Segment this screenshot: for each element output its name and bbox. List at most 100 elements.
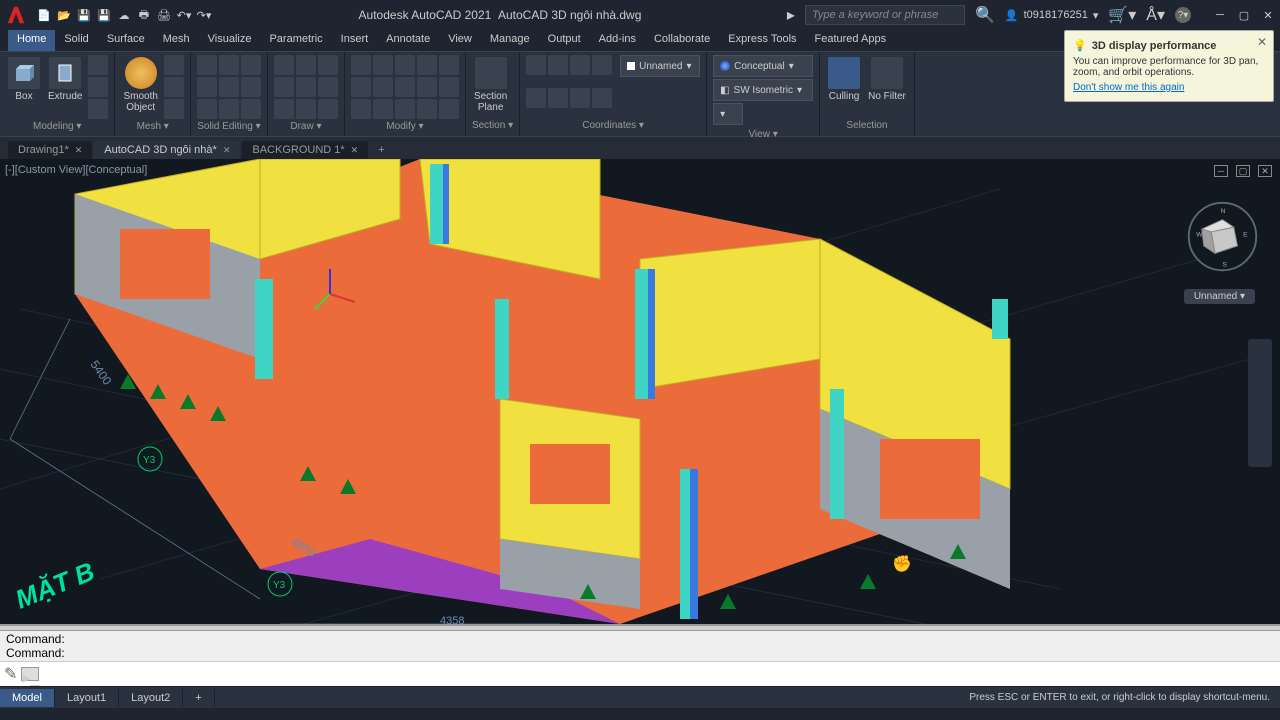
draw-btn[interactable]	[274, 55, 294, 75]
notification-close-button[interactable]: ✕	[1257, 35, 1267, 49]
tab-insert[interactable]: Insert	[332, 30, 378, 51]
tab-output[interactable]: Output	[539, 30, 590, 51]
mod-btn[interactable]	[351, 55, 371, 75]
se-btn[interactable]	[219, 55, 239, 75]
se-btn[interactable]	[197, 99, 217, 119]
mod-btn[interactable]	[373, 99, 393, 119]
steering-wheel-icon[interactable]	[1251, 344, 1269, 366]
open-icon[interactable]: 📂	[55, 6, 73, 24]
close-button[interactable]: ✕	[1261, 8, 1275, 22]
app-logo-icon[interactable]	[5, 4, 27, 26]
cloud-icon[interactable]: ☁	[115, 6, 133, 24]
polysolid-button[interactable]	[88, 55, 108, 75]
viewport-label[interactable]: [-][Custom View][Conceptual]	[5, 164, 147, 176]
tab-close-icon[interactable]: ✕	[223, 145, 231, 156]
tab-surface[interactable]: Surface	[98, 30, 154, 51]
culling-button[interactable]: Culling	[826, 55, 862, 118]
layout-tab-layout2[interactable]: Layout2	[119, 689, 183, 707]
pan-icon[interactable]	[1251, 368, 1269, 390]
tab-collaborate[interactable]: Collaborate	[645, 30, 719, 51]
viewcube[interactable]: EWNS	[1185, 199, 1260, 274]
vp-minimize-button[interactable]: ─	[1214, 165, 1228, 177]
save-icon[interactable]: 💾	[75, 6, 93, 24]
section-plane-button[interactable]: Section Plane	[472, 55, 509, 118]
mesh-btn2[interactable]	[164, 77, 184, 97]
panel-label[interactable]: Modify ▾	[351, 119, 459, 134]
user-menu[interactable]: 👤 t0918176251 ▾	[1005, 9, 1098, 22]
tab-featured[interactable]: Featured Apps	[806, 30, 896, 51]
help-icon[interactable]: ?▾	[1175, 7, 1191, 23]
tab-annotate[interactable]: Annotate	[377, 30, 439, 51]
app-switcher-icon[interactable]: Å▾	[1146, 5, 1165, 25]
tab-visualize[interactable]: Visualize	[199, 30, 261, 51]
vsettings-dropdown[interactable]: ▾	[713, 103, 743, 125]
mod-btn[interactable]	[417, 77, 437, 97]
tab-view[interactable]: View	[439, 30, 481, 51]
mod-btn[interactable]	[395, 55, 415, 75]
mod-btn[interactable]	[373, 55, 393, 75]
panel-label[interactable]: Draw ▾	[274, 119, 338, 134]
restore-button[interactable]: ▢	[1237, 8, 1251, 22]
se-btn[interactable]	[219, 77, 239, 97]
mod-btn[interactable]	[373, 77, 393, 97]
layout-tab-add[interactable]: +	[183, 689, 214, 707]
mesh-btn3[interactable]	[164, 99, 184, 119]
draw-btn[interactable]	[296, 99, 316, 119]
panel-label[interactable]: Mesh ▾	[121, 119, 183, 134]
draw-btn[interactable]	[318, 77, 338, 97]
vp-close-button[interactable]: ✕	[1258, 165, 1272, 177]
se-btn[interactable]	[219, 99, 239, 119]
view-orientation-dropdown[interactable]: ◧SW Isometric▾	[713, 79, 813, 101]
viewcube-ucs-label[interactable]: Unnamed ▾	[1184, 289, 1255, 304]
ucs-unnamed-dropdown[interactable]: Unnamed▾	[620, 55, 700, 77]
coord-btn[interactable]	[592, 55, 612, 75]
doc-tab-drawing1[interactable]: Drawing1*✕	[8, 141, 92, 159]
smooth-object-button[interactable]: Smooth Object	[121, 55, 159, 119]
notification-dismiss-link[interactable]: Don't show me this again	[1073, 82, 1184, 93]
mod-btn[interactable]	[439, 99, 459, 119]
cmd-toggle-icon[interactable]: ✎	[4, 664, 17, 684]
orbit-icon[interactable]	[1251, 416, 1269, 438]
doc-tab-active[interactable]: AutoCAD 3D ngôi nhà*✕	[94, 141, 240, 159]
box-button[interactable]: Box	[6, 55, 42, 119]
panel-label[interactable]: View ▾	[713, 127, 813, 142]
tab-close-icon[interactable]: ✕	[351, 145, 359, 156]
tab-addins[interactable]: Add-ins	[590, 30, 645, 51]
cmd-prompt-icon[interactable]: ▸_	[21, 667, 39, 681]
draw-btn[interactable]	[296, 77, 316, 97]
minimize-button[interactable]: ─	[1213, 8, 1227, 22]
draw-btn[interactable]	[296, 55, 316, 75]
print-icon[interactable]: 🖨	[155, 6, 173, 24]
coord-btn[interactable]	[526, 55, 546, 75]
coord-btn[interactable]	[570, 55, 590, 75]
tab-mesh[interactable]: Mesh	[154, 30, 199, 51]
tab-manage[interactable]: Manage	[481, 30, 539, 51]
saveas-icon[interactable]: 💾	[95, 6, 113, 24]
new-icon[interactable]: 📄	[35, 6, 53, 24]
showmotion-icon[interactable]	[1251, 440, 1269, 462]
panel-label[interactable]: Coordinates ▾	[526, 118, 700, 133]
panel-label[interactable]: Modeling ▾	[6, 119, 108, 134]
mod-btn[interactable]	[417, 55, 437, 75]
mod-btn[interactable]	[439, 55, 459, 75]
panel-label[interactable]: Solid Editing ▾	[197, 119, 261, 134]
tab-close-icon[interactable]: ✕	[75, 145, 83, 156]
mod-btn[interactable]	[417, 99, 437, 119]
draw-btn[interactable]	[274, 99, 294, 119]
revolve-button[interactable]	[88, 99, 108, 119]
search-trigger-icon[interactable]: ▸	[787, 5, 795, 25]
se-btn[interactable]	[197, 55, 217, 75]
cart-icon[interactable]: 🛒▾	[1108, 5, 1136, 25]
mod-btn[interactable]	[395, 99, 415, 119]
plot-icon[interactable]: 🖶	[135, 6, 153, 24]
coord-btn[interactable]	[570, 88, 590, 108]
vp-maximize-button[interactable]: ▢	[1236, 165, 1250, 177]
tab-solid[interactable]: Solid	[55, 30, 97, 51]
se-btn[interactable]	[241, 55, 261, 75]
presspull-button[interactable]	[88, 77, 108, 97]
mod-btn[interactable]	[439, 77, 459, 97]
redo-icon[interactable]: ↷▾	[195, 6, 213, 24]
zoom-icon[interactable]	[1251, 392, 1269, 414]
se-btn[interactable]	[241, 77, 261, 97]
doc-tab-background[interactable]: BACKGROUND 1*✕	[242, 141, 368, 159]
